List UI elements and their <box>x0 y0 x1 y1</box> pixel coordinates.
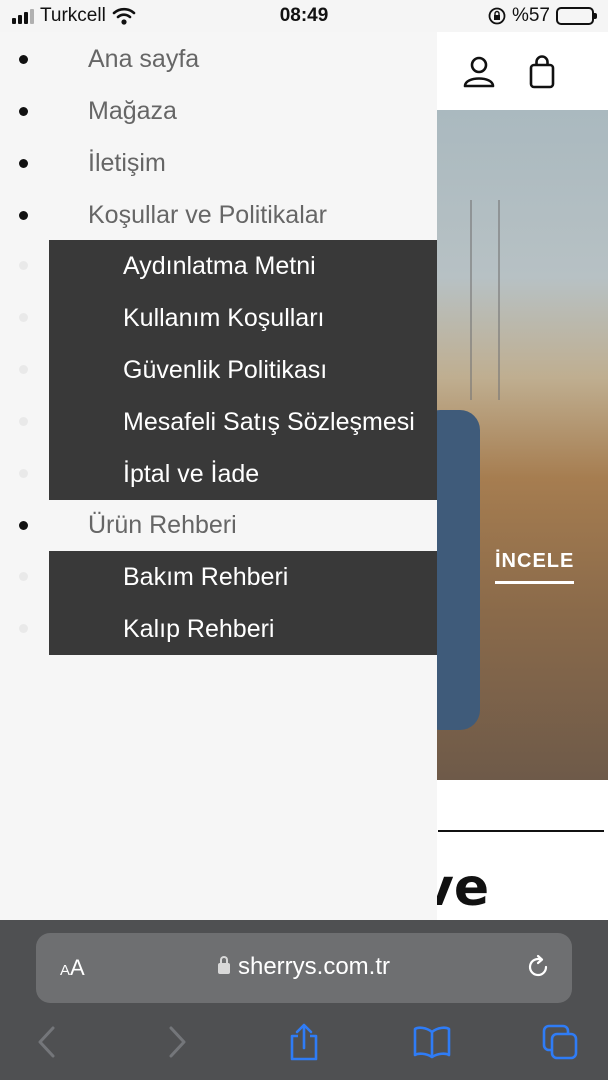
section-divider <box>438 830 604 832</box>
orientation-lock-icon <box>488 7 506 25</box>
address-bar[interactable]: AA sherrys.com.tr <box>36 933 572 1003</box>
submenu-item-label: Kalıp Rehberi <box>123 614 275 643</box>
submenu-item-label: Mesafeli Satış Sözleşmesi <box>123 407 415 436</box>
policies-submenu: Aydınlatma Metni Kullanım Koşulları Güve… <box>49 240 437 500</box>
list-bullet <box>19 54 28 64</box>
list-bullet <box>19 210 28 220</box>
side-menu: Ana sayfa Mağaza İletişim Koşullar ve Po… <box>0 32 437 920</box>
url-text: sherrys.com.tr <box>237 953 390 980</box>
battery-icon <box>556 7 597 25</box>
menu-item-label: İletişim <box>88 148 166 177</box>
menu-item-policies[interactable]: Koşullar ve Politikalar <box>0 189 437 241</box>
list-bullet <box>19 261 28 270</box>
submenu-item-care-guide[interactable]: Bakım Rehberi <box>49 551 437 603</box>
inspect-link[interactable]: İNCELE <box>495 550 575 584</box>
user-icon[interactable] <box>461 54 497 90</box>
forward-button[interactable] <box>155 1020 199 1064</box>
back-arrow-icon <box>38 1026 55 1058</box>
browser-toolbar: AA sherrys.com.tr <box>0 920 608 1080</box>
url-display[interactable]: sherrys.com.tr <box>36 953 572 981</box>
share-icon <box>290 1023 318 1061</box>
tabs-button[interactable] <box>538 1020 582 1064</box>
forward-arrow-icon <box>169 1026 186 1058</box>
list-bullet <box>19 520 28 530</box>
menu-item-home[interactable]: Ana sayfa <box>0 33 437 85</box>
lock-icon <box>217 956 230 974</box>
back-button[interactable] <box>25 1020 69 1064</box>
list-bullet <box>19 624 28 633</box>
submenu-item-distance-sales[interactable]: Mesafeli Satış Sözleşmesi <box>49 396 437 448</box>
bookmarks-button[interactable] <box>410 1020 454 1064</box>
share-button[interactable] <box>282 1020 326 1064</box>
submenu-item-terms-of-use[interactable]: Kullanım Koşulları <box>49 292 437 344</box>
list-bullet <box>19 158 28 168</box>
submenu-item-privacy-notice[interactable]: Aydınlatma Metni <box>49 240 437 292</box>
submenu-item-label: İptal ve İade <box>123 459 260 488</box>
book-icon <box>413 1026 451 1059</box>
status-bar: Turkcell 08:49 %57 <box>0 0 608 32</box>
submenu-item-label: Kullanım Koşulları <box>123 303 325 332</box>
list-bullet <box>19 417 28 426</box>
menu-item-product-guide[interactable]: Ürün Rehberi <box>0 499 437 551</box>
power-tower <box>470 200 500 400</box>
battery-percent: %57 <box>511 5 550 26</box>
reload-icon[interactable] <box>524 953 552 981</box>
submenu-item-label: Aydınlatma Metni <box>123 251 316 280</box>
menu-item-store[interactable]: Mağaza <box>0 85 437 137</box>
submenu-item-label: Bakım Rehberi <box>123 562 289 591</box>
shopping-bag-icon[interactable] <box>524 54 560 90</box>
menu-item-contact[interactable]: İletişim <box>0 137 437 189</box>
submenu-item-label: Güvenlik Politikası <box>123 355 328 384</box>
submenu-item-cancel-return[interactable]: İptal ve İade <box>49 448 437 500</box>
list-bullet <box>19 313 28 322</box>
list-bullet <box>19 106 28 116</box>
guide-submenu: Bakım Rehberi Kalıp Rehberi <box>49 551 437 655</box>
submenu-item-size-guide[interactable]: Kalıp Rehberi <box>49 603 437 655</box>
menu-item-label: Ürün Rehberi <box>88 510 237 539</box>
tabs-icon <box>542 1024 578 1060</box>
list-bullet <box>19 572 28 581</box>
list-bullet <box>19 365 28 374</box>
list-bullet <box>19 469 28 478</box>
menu-item-label: Ana sayfa <box>88 44 200 73</box>
status-right: %57 <box>488 5 597 27</box>
menu-item-label: Koşullar ve Politikalar <box>88 200 327 229</box>
menu-item-label: Mağaza <box>88 96 177 125</box>
submenu-item-security-policy[interactable]: Güvenlik Politikası <box>49 344 437 396</box>
